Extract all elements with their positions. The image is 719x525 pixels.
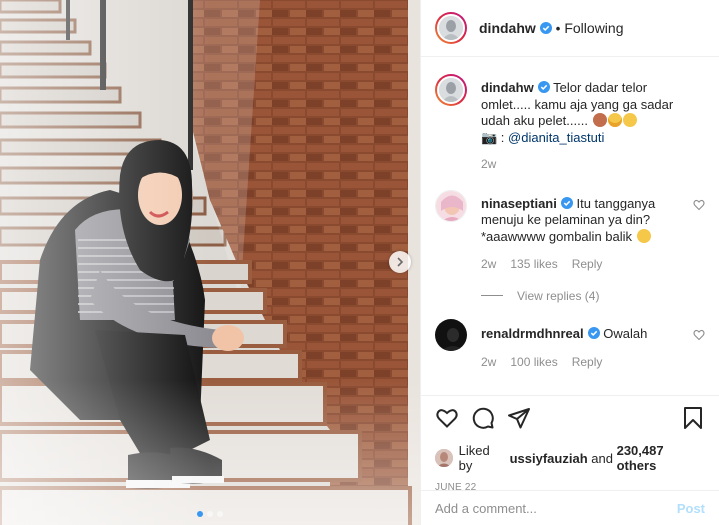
camera-emoji: 📷 bbox=[481, 129, 498, 145]
rolling-laughing-emoji bbox=[634, 226, 653, 245]
likes-summary: Liked by ussiyfauziah and 230,487 others bbox=[421, 443, 719, 473]
separator-dot: • bbox=[555, 20, 561, 36]
likes-prefix: Liked by bbox=[458, 443, 490, 473]
commenter-avatar[interactable] bbox=[435, 189, 467, 222]
following-button[interactable]: Following bbox=[564, 20, 623, 36]
next-photo-button[interactable] bbox=[389, 251, 411, 273]
bookmark-icon bbox=[684, 407, 702, 429]
view-replies-label: View replies (4) bbox=[517, 288, 600, 303]
comment-button[interactable] bbox=[471, 406, 495, 430]
post-header: dindahw • Following bbox=[421, 0, 719, 57]
woman-gesturing-no-emoji bbox=[592, 113, 607, 127]
verified-badge-icon bbox=[537, 81, 550, 93]
caption-username[interactable]: dindahw bbox=[481, 80, 534, 95]
view-replies-button[interactable]: View replies (4) bbox=[481, 289, 705, 303]
commenter-username[interactable]: ninaseptiani bbox=[481, 196, 557, 211]
author-username[interactable]: dindahw bbox=[479, 20, 536, 36]
comment-bubble-icon bbox=[472, 407, 494, 429]
heart-outline-icon bbox=[693, 199, 705, 210]
liker-username[interactable]: ussiyfauziah bbox=[510, 451, 588, 466]
comment-likes[interactable]: 135 likes bbox=[510, 256, 557, 273]
replies-divider bbox=[481, 295, 503, 296]
post-photo[interactable] bbox=[0, 0, 420, 525]
comment-item: ninaseptiani Itu tangganya menuju ke pel… bbox=[435, 189, 705, 273]
action-icons bbox=[421, 398, 719, 438]
reply-button[interactable]: Reply bbox=[572, 354, 603, 371]
comments-list[interactable]: dindahw Telor dadar telor omlet..... kam… bbox=[421, 58, 719, 395]
likes-others-link[interactable]: 230,487 others bbox=[617, 443, 705, 473]
comment-input[interactable] bbox=[435, 500, 677, 516]
like-comment-button[interactable] bbox=[693, 329, 705, 344]
caption-age[interactable]: 2w bbox=[481, 156, 496, 173]
comment-item: renaldrmdhnreal Owalah 2w 100 likes Repl… bbox=[435, 318, 705, 371]
heart-outline-icon bbox=[693, 329, 705, 340]
add-comment-bar: Post bbox=[421, 490, 719, 525]
chevron-right-icon bbox=[397, 257, 404, 267]
post-comment-button[interactable]: Post bbox=[677, 501, 705, 516]
comment-text: Owalah bbox=[603, 325, 648, 341]
comment-likes[interactable]: 100 likes bbox=[510, 354, 557, 371]
relieved-emoji bbox=[622, 113, 637, 127]
share-button[interactable] bbox=[507, 406, 531, 430]
comment-age[interactable]: 2w bbox=[481, 354, 496, 371]
heart-outline-icon bbox=[436, 409, 458, 428]
like-comment-button[interactable] bbox=[693, 199, 705, 214]
carousel-dot-active bbox=[197, 511, 203, 517]
reply-button[interactable]: Reply bbox=[572, 256, 603, 273]
commenter-username[interactable]: renaldrmdhnreal bbox=[481, 326, 584, 341]
post-actions: Liked by ussiyfauziah and 230,487 others… bbox=[421, 395, 719, 525]
verified-badge-icon bbox=[587, 326, 600, 339]
commenter-avatar[interactable] bbox=[435, 318, 467, 351]
like-button[interactable] bbox=[435, 406, 459, 430]
verified-badge-icon bbox=[560, 196, 573, 209]
credit-prefix: : bbox=[497, 129, 509, 145]
post-side-panel: dindahw • Following dindahw Telor dadar … bbox=[420, 0, 719, 525]
save-button[interactable] bbox=[681, 406, 705, 430]
liker-avatar[interactable] bbox=[435, 449, 453, 467]
credit-mention-link[interactable]: @dianita_tiastuti bbox=[508, 130, 604, 145]
paper-plane-icon bbox=[508, 408, 530, 429]
caption-avatar[interactable] bbox=[435, 74, 467, 106]
carousel-dot bbox=[217, 511, 223, 517]
author-avatar[interactable] bbox=[435, 12, 467, 44]
post-image bbox=[0, 0, 420, 525]
likes-middle: and bbox=[591, 450, 613, 466]
grimacing-emoji bbox=[607, 113, 622, 127]
verified-badge-icon bbox=[539, 22, 552, 34]
caption: dindahw Telor dadar telor omlet..... kam… bbox=[435, 74, 705, 173]
carousel-dot bbox=[207, 511, 213, 517]
carousel-indicator bbox=[0, 511, 420, 517]
comment-age[interactable]: 2w bbox=[481, 256, 496, 273]
